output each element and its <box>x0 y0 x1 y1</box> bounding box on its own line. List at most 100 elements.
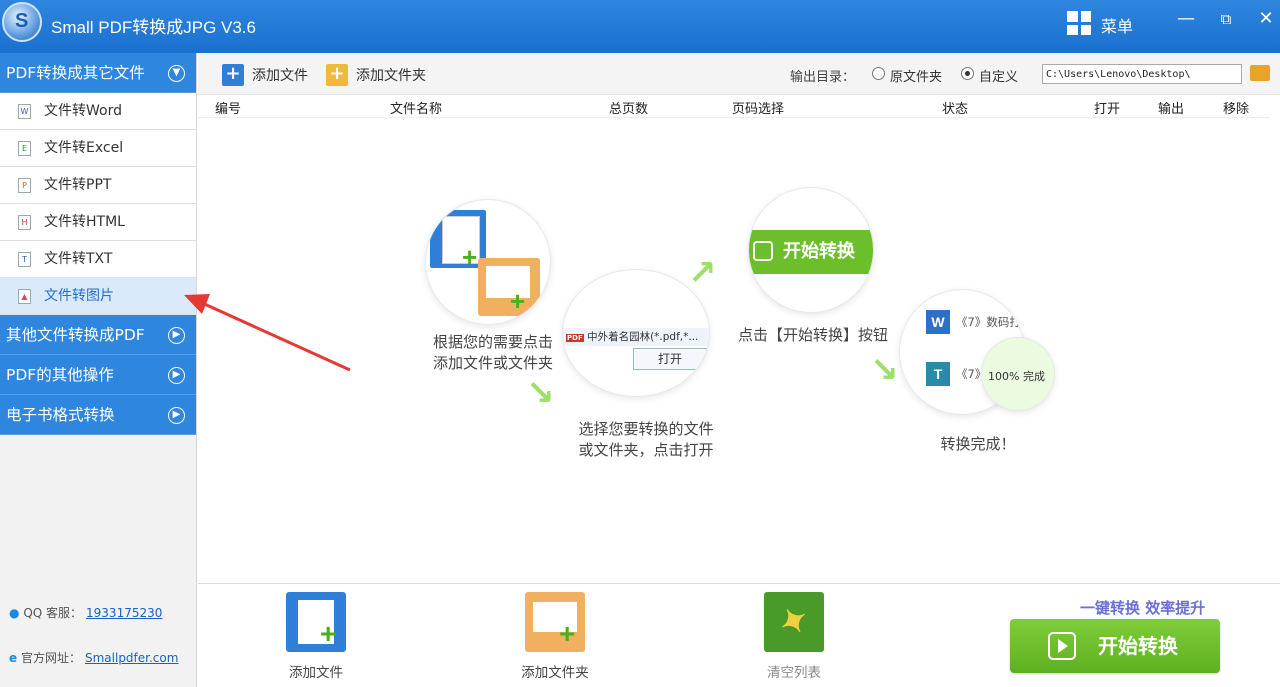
sidebar-item-label: 文件转TXT <box>44 251 113 267</box>
ie-icon: e <box>9 651 18 665</box>
slogan: 一键转换 效率提升 <box>1080 599 1206 617</box>
progress-bubble: 100% 完成 <box>982 338 1054 410</box>
menu-grid-icon[interactable] <box>1067 11 1091 35</box>
step3-illustration: 开始转换 <box>749 188 873 312</box>
step4-caption: 转换完成！ <box>940 435 1016 453</box>
sidebar-item-txt[interactable]: T 文件转TXT <box>0 241 196 278</box>
radio-circle <box>872 67 885 80</box>
plus-icon: + <box>320 618 337 649</box>
green-arrow-icon: ↗ <box>688 253 717 293</box>
category-pdf-operations[interactable]: PDF的其他操作 ▶ <box>0 355 196 395</box>
start-convert-button[interactable]: 开始转换 <box>1010 619 1220 673</box>
site-link[interactable]: Smallpdfer.com <box>85 651 178 665</box>
sidebar-item-label: 文件转Excel <box>44 140 124 156</box>
sidebar-item-label: 文件转图片 <box>44 288 114 304</box>
app-title: Small PDF转换成JPG V3.6 <box>51 18 256 37</box>
sidebar: PDF转换成其它文件 ▼ W 文件转Word E 文件转Excel P 文件转PPT … <box>0 53 197 687</box>
sidebar-item-label: 文件转HTML <box>44 214 125 230</box>
play-icon <box>1048 632 1076 660</box>
category-other-to-pdf[interactable]: 其他文件转换成PDF ▶ <box>0 315 196 355</box>
txt-icon: T <box>926 362 950 386</box>
radio-label: 自定义 <box>979 70 1019 85</box>
close-button[interactable]: ✕ <box>1254 8 1278 29</box>
chevron-down-icon: ▼ <box>168 65 185 82</box>
mini-progress: 100% 完成 <box>988 370 1045 383</box>
col-number: 编号 <box>215 102 242 117</box>
title-bar: S Small PDF转换成JPG V3.6 菜单 — ⧉ ✕ <box>0 0 1280 53</box>
green-arrow-icon: ↘ <box>870 350 899 390</box>
step3-caption: 点击【开始转换】按钮 <box>737 326 888 344</box>
image-file-icon: ▲ <box>18 289 31 304</box>
radio-source-folder[interactable]: 原文件夹 <box>872 66 942 85</box>
sidebar-item-label: 文件转PPT <box>44 177 112 193</box>
broom-glyph: ✦ <box>772 598 817 646</box>
add-folder-label: 添加文件夹 <box>356 68 426 84</box>
sidebar-item-word[interactable]: W 文件转Word <box>0 93 196 130</box>
step2-caption: 选择您要转换的文件 或文件夹，点击打开 <box>578 420 714 459</box>
category-label: PDF的其他操作 <box>6 366 114 384</box>
bottom-add-folder-label[interactable]: 添加文件夹 <box>495 661 615 681</box>
txt-file-icon: T <box>18 252 31 267</box>
output-path-input[interactable] <box>1042 64 1242 84</box>
add-folder-icon: + <box>326 64 348 86</box>
usage-guide: + + 根据您的需要点击 添加文件或文件夹 ↘ PDF 中外着名园林(*.pdf… <box>198 118 1280 583</box>
mini-open-button: 打开 <box>633 348 707 370</box>
word-icon: W <box>926 310 950 334</box>
qq-support: ● QQ 客服： 1933175230 <box>9 604 162 621</box>
category-pdf-to-other[interactable]: PDF转换成其它文件 ▼ <box>0 53 196 93</box>
site-label: 官方网址： <box>20 651 81 665</box>
category-ebook-convert[interactable]: 电子书格式转换 ▶ <box>0 395 196 435</box>
add-file-button[interactable]: + 添加文件 <box>222 64 308 86</box>
maximize-button[interactable]: ⧉ <box>1214 10 1238 28</box>
output-dir-label: 输出目录： <box>790 70 856 85</box>
sidebar-item-image[interactable]: ▲ 文件转图片 <box>0 278 196 315</box>
step1-caption: 根据您的需要点击 添加文件或文件夹 <box>432 333 553 372</box>
add-file-big-icon[interactable]: + <box>286 592 346 652</box>
radio-label: 原文件夹 <box>890 70 943 85</box>
clear-list-broom-icon[interactable]: ✦ <box>764 592 824 652</box>
play-icon <box>753 241 773 261</box>
step1-illustration: + + <box>426 200 550 324</box>
sidebar-item-excel[interactable]: E 文件转Excel <box>0 130 196 167</box>
official-site: e 官方网址： Smallpdfer.com <box>9 649 178 666</box>
radio-circle-selected <box>961 67 974 80</box>
add-file-icon: + <box>222 64 244 86</box>
col-remove: 移除 <box>1223 102 1250 117</box>
add-folder-button[interactable]: + 添加文件夹 <box>326 64 426 86</box>
browse-folder-icon[interactable] <box>1250 65 1270 81</box>
app-logo-icon: S <box>2 2 42 42</box>
bottom-add-file-label[interactable]: 添加文件 <box>256 661 376 681</box>
add-folder-big-icon[interactable]: + <box>525 592 585 652</box>
qq-label: QQ 客服： <box>23 606 83 620</box>
radio-custom-folder[interactable]: 自定义 <box>961 66 1018 85</box>
mini-start-button: 开始转换 <box>749 230 873 274</box>
bottom-bar: + 添加文件 + 添加文件夹 ✦ 清空列表 一键转换 效率提升 开始转换 <box>198 583 1280 687</box>
col-output: 输出 <box>1158 102 1185 117</box>
qq-number-link[interactable]: 1933175230 <box>86 606 162 620</box>
ppt-file-icon: P <box>18 178 31 193</box>
chevron-right-icon: ▶ <box>168 407 185 424</box>
col-total-pages: 总页数 <box>609 102 649 117</box>
col-page-select: 页码选择 <box>732 102 785 117</box>
minimize-button[interactable]: — <box>1174 8 1198 29</box>
plus-icon: + <box>462 242 478 272</box>
toolbar: + 添加文件 + 添加文件夹 输出目录： 原文件夹 自定义 <box>198 53 1280 95</box>
sidebar-item-label: 文件转Word <box>44 103 122 119</box>
logo-letter: S <box>15 10 29 32</box>
mini-start-label: 开始转换 <box>783 241 855 262</box>
plus-icon: + <box>510 286 526 316</box>
sidebar-item-ppt[interactable]: P 文件转PPT <box>0 167 196 204</box>
start-convert-label: 开始转换 <box>1098 634 1178 658</box>
qq-icon: ● <box>9 606 20 620</box>
category-label: 其他文件转换成PDF <box>6 326 145 344</box>
sidebar-item-html[interactable]: H 文件转HTML <box>0 204 196 241</box>
menu-button[interactable]: 菜单 <box>1101 13 1133 37</box>
col-open: 打开 <box>1094 102 1121 117</box>
col-status: 状态 <box>942 102 969 117</box>
bottom-clear-list-label[interactable]: 清空列表 <box>734 661 854 681</box>
plus-icon: + <box>559 618 576 649</box>
green-arrow-icon: ↘ <box>526 373 555 413</box>
mini-pdf-name: 中外着名园林(*.pdf,*... <box>587 331 699 343</box>
file-table-header: 编号 文件名称 总页数 页码选择 状态 打开 输出 移除 <box>198 95 1270 118</box>
col-filename: 文件名称 <box>390 102 443 117</box>
